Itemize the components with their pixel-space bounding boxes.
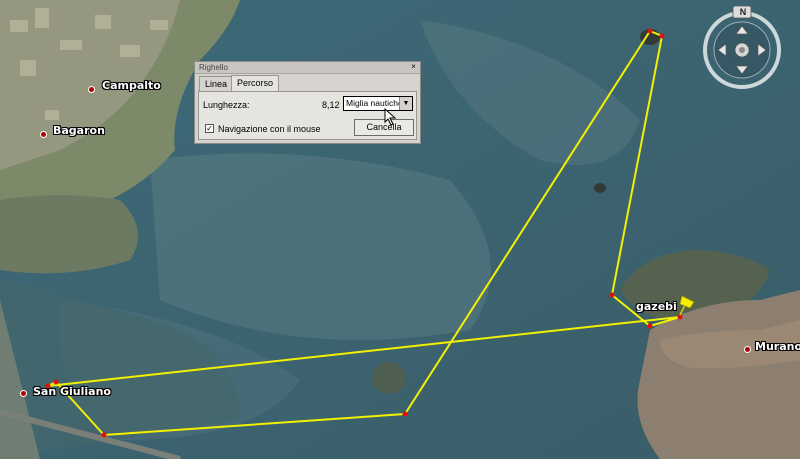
- dialog-title: Righello: [199, 63, 228, 72]
- center-gear-icon: [734, 42, 750, 58]
- placemark-label-gazebi[interactable]: gazebi: [636, 300, 677, 313]
- length-value: 8,12: [322, 100, 340, 110]
- mouse-nav-label: Navigazione con il mouse: [218, 124, 321, 134]
- length-label: Lunghezza:: [203, 100, 250, 110]
- place-label-campalto[interactable]: Campalto: [102, 79, 161, 92]
- dialog-titlebar[interactable]: Righello ×: [195, 62, 420, 74]
- place-label-bagaron[interactable]: Bagaron: [53, 124, 105, 137]
- place-dot: [40, 131, 47, 138]
- place-dot: [20, 390, 27, 397]
- tab-linea[interactable]: Linea: [199, 76, 234, 91]
- cursor-icon: [384, 108, 397, 126]
- mouse-nav-checkbox[interactable]: ✓: [205, 124, 214, 133]
- unit-selected-value: Miglia nautiche: [346, 98, 403, 108]
- north-label: N: [739, 7, 747, 17]
- close-icon[interactable]: ×: [409, 63, 418, 71]
- unit-select[interactable]: Miglia nautiche ▼: [343, 96, 413, 111]
- place-dot: [88, 86, 95, 93]
- tab-percorso[interactable]: Percorso: [231, 75, 280, 92]
- place-label-murano[interactable]: Murano: [755, 340, 800, 353]
- navigation-control[interactable]: [700, 6, 784, 90]
- place-dot: [744, 346, 751, 353]
- ruler-dialog[interactable]: Righello × Linea Percorso Lunghezza: 8,1…: [194, 61, 421, 144]
- place-label-san-giuliano[interactable]: San Giuliano: [33, 385, 111, 398]
- chevron-down-icon[interactable]: ▼: [399, 97, 412, 110]
